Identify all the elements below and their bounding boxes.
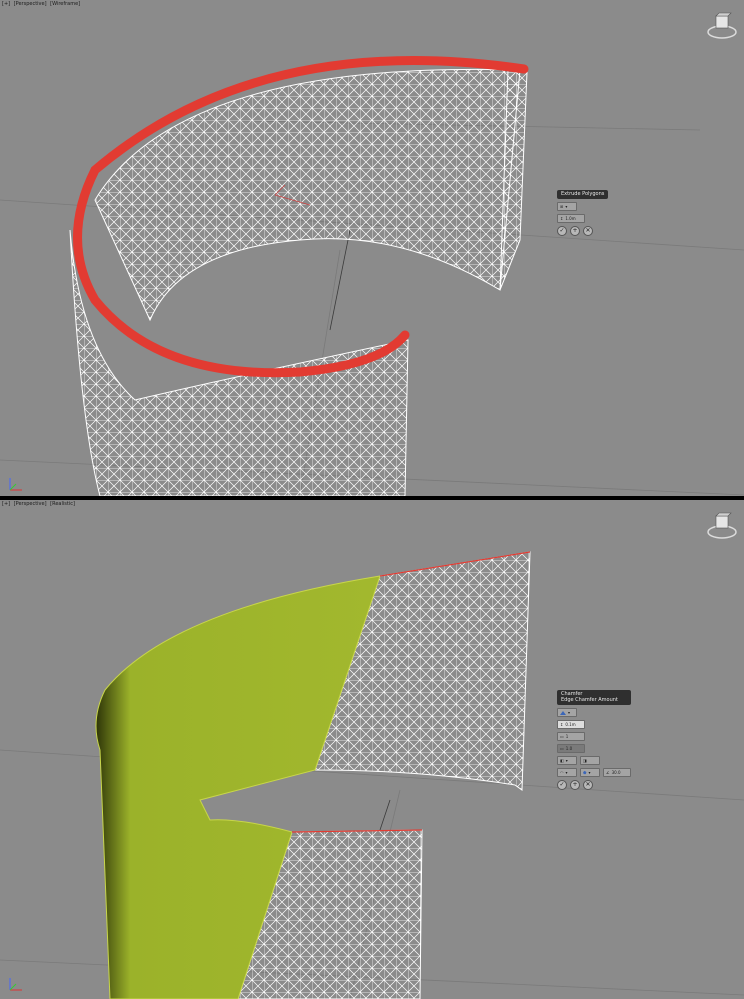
close-icon[interactable]: ✕ <box>583 226 593 236</box>
extrusion-height-field[interactable]: ↕ 1.0m <box>557 214 585 223</box>
viewcube-icon[interactable] <box>706 512 738 540</box>
tension-icon: ▭ <box>560 746 564 751</box>
caddy-title: Chamfer Edge Chamfer Amount <box>557 690 631 705</box>
height-icon: ↕ <box>560 216 564 221</box>
edge-chamfer-amount-field[interactable]: ↕ 0.1m <box>557 720 585 729</box>
chevron-down-icon: ▾ <box>565 770 568 775</box>
chevron-down-icon: ▾ <box>568 710 571 715</box>
angle-icon: ∠ <box>606 770 610 775</box>
chevron-down-icon: ▾ <box>565 758 568 763</box>
edge-tension-field[interactable]: ▭ 1.0 <box>557 744 585 753</box>
scene-render[interactable] <box>0 0 744 496</box>
open-chamfer-toggle[interactable]: ◧ ▾ <box>557 756 577 765</box>
top-viewport[interactable]: [+] [Perspective] [Wireframe] Extrude Po… <box>0 0 744 496</box>
check-icon[interactable]: ✓ <box>557 780 567 790</box>
smooth-icon: ◠ <box>560 770 564 775</box>
axis-tripod-icon <box>9 478 22 491</box>
extrusion-type-dropdown[interactable]: ⊞ ▾ <box>557 202 577 211</box>
close-icon[interactable]: ✕ <box>583 780 593 790</box>
check-icon[interactable]: ✓ <box>557 226 567 236</box>
amount-icon: ↕ <box>560 722 564 727</box>
plus-icon[interactable]: + <box>570 226 580 236</box>
axis-tripod-icon <box>9 978 22 991</box>
chamfer-type-icon <box>560 710 566 715</box>
viewcube-icon[interactable] <box>706 12 738 40</box>
option-icon: ◨ <box>583 758 587 763</box>
plus-icon[interactable]: + <box>570 780 580 790</box>
chamfer-caddy[interactable]: Chamfer Edge Chamfer Amount ▾ ↕ 0.1m ▭ 1… <box>557 690 631 790</box>
smooth-toggle[interactable]: ◠ ▾ <box>557 768 577 777</box>
chevron-down-icon: ▾ <box>565 204 568 209</box>
chamfer-type-dropdown[interactable]: ▾ <box>557 708 577 717</box>
connect-edge-segments-field[interactable]: ▭ 1 <box>557 732 585 741</box>
open-chamfer-icon: ◧ <box>560 758 564 763</box>
smooth-threshold-field[interactable]: ∠ 30.0 <box>603 768 631 777</box>
chamfer-option-toggle[interactable]: ◨ <box>580 756 600 765</box>
segments-icon: ▭ <box>560 734 564 739</box>
caddy-title: Extrude Polygons <box>557 190 609 199</box>
back-wall-mesh[interactable] <box>94 68 521 322</box>
extrude-caddy[interactable]: Extrude Polygons ⊞ ▾ ↕ 1.0m ✓ + ✕ <box>557 190 609 236</box>
group-icon: ⊞ <box>560 204 564 209</box>
smooth-type-icon: ⬟ <box>583 770 587 775</box>
bottom-viewport[interactable]: [+] [Perspective] [Realistic] Chamfer Ed… <box>0 500 744 999</box>
chevron-down-icon: ▾ <box>588 770 591 775</box>
caddy-tooltip: Edge Chamfer Amount <box>561 697 618 703</box>
smooth-type-dropdown[interactable]: ⬟ ▾ <box>580 768 600 777</box>
scene-render[interactable] <box>0 500 744 999</box>
